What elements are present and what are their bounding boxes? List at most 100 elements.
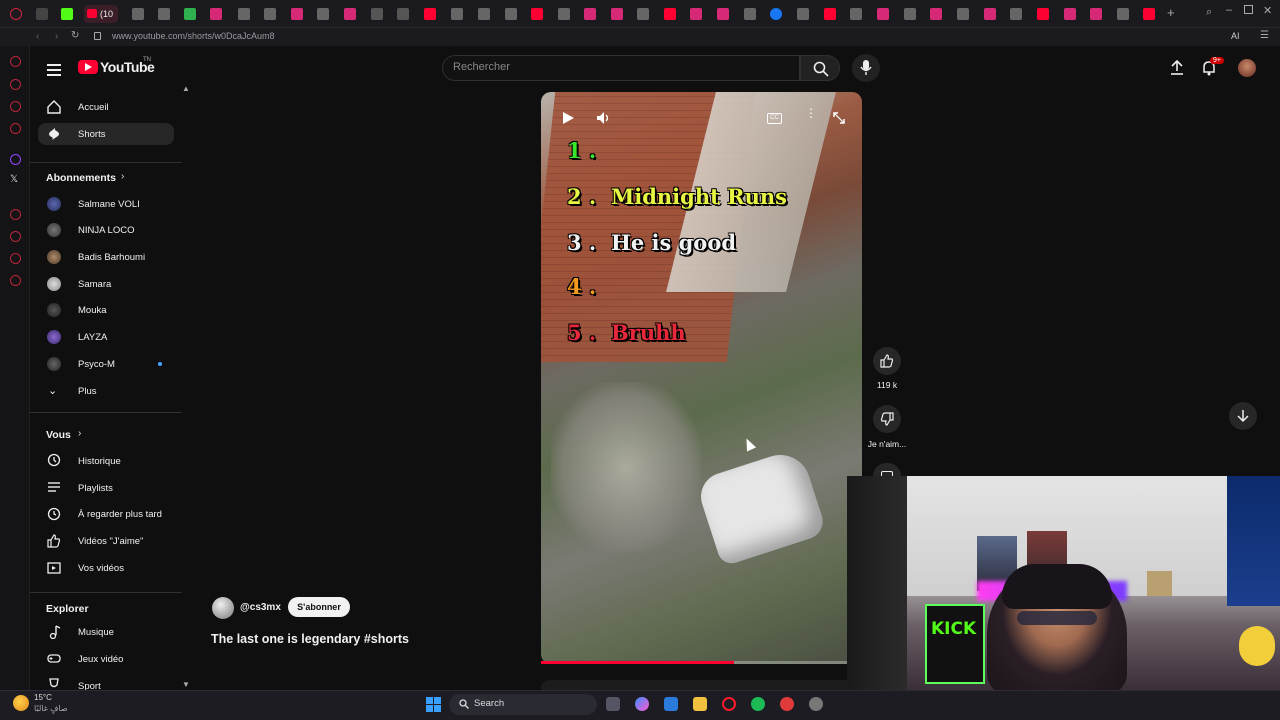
tiktok-tab-icon[interactable] — [797, 8, 809, 20]
sidebar-app-icon[interactable] — [10, 209, 21, 220]
sidebar-item-sports[interactable]: Sport — [78, 681, 101, 690]
tiktok-tab-icon[interactable] — [451, 8, 463, 20]
tiktok-tab-icon[interactable] — [132, 8, 144, 20]
you-heading[interactable]: Vous — [46, 429, 71, 441]
shorts-video-player[interactable]: 1 . 2 . Midnight Runs 3 . He is good 4 . 5… — [541, 92, 862, 664]
close-icon[interactable]: ✕ — [1263, 4, 1272, 17]
more-options-icon[interactable]: ⋮ — [805, 107, 817, 119]
avatar[interactable] — [47, 330, 61, 344]
instagram-tab-icon[interactable] — [291, 8, 303, 20]
weather-temperature[interactable]: 15°C — [34, 693, 52, 702]
subscribe-button[interactable]: S'abonner — [288, 597, 350, 617]
weather-description[interactable]: صافٍ غالبًا — [34, 704, 68, 713]
sidebar-app-icon[interactable] — [10, 123, 21, 134]
tiktok-tab-icon[interactable] — [238, 8, 250, 20]
url-field[interactable]: www.youtube.com/shorts/w0DcaJcAum8 — [112, 31, 275, 41]
tiktok-tab-icon[interactable] — [505, 8, 517, 20]
instagram-tab-icon[interactable] — [930, 8, 942, 20]
sidebar-item-playlists[interactable]: Playlists — [78, 483, 113, 494]
x-icon[interactable]: 𝕏 — [10, 174, 18, 185]
avatar[interactable] — [47, 357, 61, 371]
taskbar-search[interactable] — [449, 694, 597, 715]
instagram-tab-icon[interactable] — [611, 8, 623, 20]
volume-icon[interactable] — [596, 111, 612, 125]
avatar[interactable] — [47, 197, 61, 211]
tiktok-tab-icon[interactable] — [317, 8, 329, 20]
channel-avatar[interactable] — [212, 597, 234, 619]
app-icon[interactable] — [780, 697, 794, 711]
youtube-tab-icon[interactable] — [424, 8, 436, 20]
search-tabs-icon[interactable]: ⌕ — [1206, 6, 1212, 19]
video-progress-bar[interactable] — [541, 661, 862, 664]
sidebar-item-label[interactable]: Shorts — [78, 129, 105, 140]
menu-hamburger-icon[interactable] — [47, 61, 61, 79]
scroll-down-icon[interactable]: ▼ — [182, 680, 190, 689]
avatar[interactable] — [47, 250, 61, 264]
document-tab-icon[interactable] — [397, 8, 409, 20]
video-title[interactable]: The last one is legendary #shorts — [211, 632, 409, 646]
youtube-tab-icon[interactable] — [531, 8, 543, 20]
windows-start-icon[interactable] — [426, 697, 441, 712]
subscription-item[interactable]: Salmane VOLI — [78, 199, 140, 210]
sidebar-app-icon[interactable] — [10, 253, 21, 264]
subscription-item[interactable]: LAYZA — [78, 332, 107, 343]
instagram-tab-icon[interactable] — [690, 8, 702, 20]
instagram-tab-icon[interactable] — [584, 8, 596, 20]
tiktok-tab-icon[interactable] — [957, 8, 969, 20]
spotify-icon[interactable] — [751, 697, 765, 711]
copilot-icon[interactable] — [635, 697, 649, 711]
history-icon[interactable] — [10, 231, 21, 242]
sidebar-item-liked-videos[interactable]: Vidéos "J'aime" — [78, 536, 143, 547]
ai-extension-label[interactable]: AI — [1231, 31, 1240, 41]
chevron-right-icon[interactable]: › — [121, 171, 124, 182]
scroll-up-icon[interactable]: ▲ — [182, 84, 190, 93]
instagram-tab-icon[interactable] — [717, 8, 729, 20]
avatar[interactable] — [47, 223, 61, 237]
instagram-tab-icon[interactable] — [1064, 8, 1076, 20]
sidebar-item-watch-later[interactable]: À regarder plus tard — [78, 509, 162, 520]
voice-search-button[interactable] — [852, 54, 880, 82]
tiktok-tab-icon[interactable] — [1117, 8, 1129, 20]
new-tab-icon[interactable]: + — [1167, 5, 1175, 20]
sidebar-app-icon[interactable] — [10, 101, 21, 112]
opera-icon[interactable] — [722, 697, 736, 711]
play-icon[interactable] — [561, 111, 575, 125]
search-input[interactable]: Rechercher — [453, 61, 510, 73]
weather-icon[interactable] — [13, 695, 29, 711]
show-more-button[interactable]: Plus — [78, 386, 96, 397]
subscription-item[interactable]: Mouka — [78, 305, 107, 316]
instagram-tab-icon[interactable] — [984, 8, 996, 20]
sidebar-item-history[interactable]: Historique — [78, 456, 121, 467]
minimize-icon[interactable]: – — [1226, 4, 1232, 16]
instagram-tab-icon[interactable] — [210, 8, 222, 20]
tiktok-tab-icon[interactable] — [637, 8, 649, 20]
tiktok-tab-icon[interactable] — [478, 8, 490, 20]
youtube-tab-icon[interactable] — [824, 8, 836, 20]
sidebar-item-gaming[interactable]: Jeux vidéo — [78, 654, 123, 665]
subscription-item[interactable]: NINJA LOCO — [78, 225, 135, 236]
file-explorer-icon[interactable] — [693, 697, 707, 711]
tab-icon[interactable] — [36, 8, 48, 20]
twitch-icon[interactable] — [10, 154, 21, 165]
notifications-button[interactable]: 9+ — [1202, 57, 1224, 81]
document-tab-icon[interactable] — [371, 8, 383, 20]
sidebar-item-label[interactable]: Accueil — [78, 102, 109, 113]
youtube-tab-icon[interactable] — [1037, 8, 1049, 20]
tiktok-tab-icon[interactable] — [850, 8, 862, 20]
next-short-button[interactable] — [1229, 402, 1257, 430]
tiktok-tab-icon[interactable] — [558, 8, 570, 20]
avatar[interactable] — [1238, 59, 1256, 77]
subscription-item[interactable]: Badis Barhoumi — [78, 252, 145, 263]
kick-tab-icon[interactable] — [61, 8, 73, 20]
taskbar-search-label[interactable]: Search — [474, 698, 504, 709]
subscription-item[interactable]: Samara — [78, 279, 111, 290]
channel-handle[interactable]: @cs3mx — [240, 602, 281, 613]
settings-icon[interactable] — [10, 275, 21, 286]
store-icon[interactable] — [664, 697, 678, 711]
facebook-tab-icon[interactable] — [770, 8, 782, 20]
tiktok-tab-icon[interactable] — [264, 8, 276, 20]
tiktok-tab-icon[interactable] — [1010, 8, 1022, 20]
search-button[interactable] — [800, 55, 840, 81]
subscriptions-heading[interactable]: Abonnements — [46, 172, 116, 184]
sidebar-item-your-videos[interactable]: Vos vidéos — [78, 563, 124, 574]
